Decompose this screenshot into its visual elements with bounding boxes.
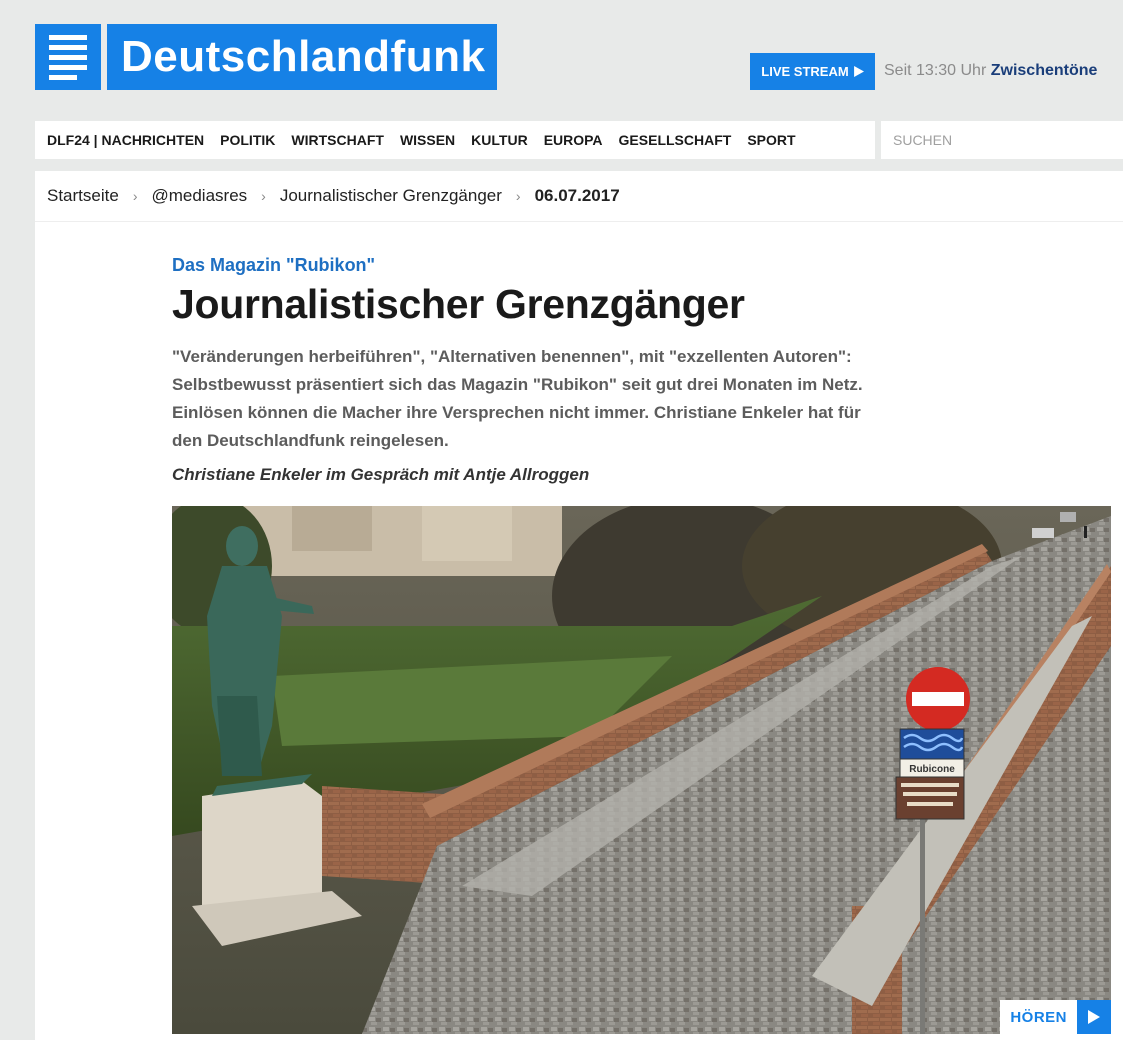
listen-label: HÖREN xyxy=(1000,1000,1077,1034)
chevron-right-icon: › xyxy=(261,188,266,204)
nav-item-sport[interactable]: SPORT xyxy=(747,132,795,148)
rubicon-bridge-photo: Rubicone xyxy=(172,506,1111,1034)
live-since-text: Seit 13:30 Uhr xyxy=(884,62,987,79)
nav-item-kultur[interactable]: KULTUR xyxy=(471,132,528,148)
live-stream-label: LIVE STREAM xyxy=(761,64,849,79)
listen-button[interactable]: HÖREN xyxy=(1000,1000,1111,1034)
live-program-info: Seit 13:30 Uhr Zwischentöne xyxy=(884,62,1097,80)
article-header: Das Magazin "Rubikon" Journalistischer G… xyxy=(172,255,892,485)
nav-item-gesellschaft[interactable]: GESELLSCHAFT xyxy=(619,132,732,148)
article-card: Startseite › @mediasres › Journalistisch… xyxy=(35,171,1123,1040)
article-title: Journalistischer Grenzgänger xyxy=(172,281,745,327)
logo-lines-icon xyxy=(35,24,101,90)
main-navigation: DLF24 | NACHRICHTEN POLITIK WIRTSCHAFT W… xyxy=(35,121,875,159)
nav-item-wissen[interactable]: WISSEN xyxy=(400,132,455,148)
logo-wordmark: Deutschlandfunk xyxy=(107,24,498,90)
nav-item-politik[interactable]: POLITIK xyxy=(220,132,275,148)
breadcrumb-article[interactable]: Journalistischer Grenzgänger xyxy=(280,186,502,206)
breadcrumb-current-date: 06.07.2017 xyxy=(534,186,620,205)
article-image: Rubicone HÖREN xyxy=(172,506,1111,1034)
nav-item-wirtschaft[interactable]: WIRTSCHAFT xyxy=(291,132,384,148)
chevron-right-icon: › xyxy=(132,188,138,204)
breadcrumb-home[interactable]: Startseite xyxy=(47,186,119,206)
live-program-link[interactable]: Zwischentöne xyxy=(991,62,1098,79)
breadcrumb: Startseite › @mediasres › Journalistisch… xyxy=(35,171,1123,222)
search-input[interactable] xyxy=(881,121,1123,159)
nav-item-dlf24[interactable]: DLF24 | NACHRICHTEN xyxy=(47,132,204,148)
chevron-right-icon: › xyxy=(515,188,521,204)
rubicone-sign-text: Rubicone xyxy=(909,764,955,775)
play-icon xyxy=(1077,1000,1111,1034)
article-byline: Christiane Enkeler im Gespräch mit Antje… xyxy=(172,465,590,485)
site-logo[interactable]: Deutschlandfunk xyxy=(35,24,498,90)
play-triangle-icon xyxy=(853,66,864,77)
article-teaser: "Veränderungen herbeiführen", "Alternati… xyxy=(172,347,863,451)
article-kicker: Das Magazin "Rubikon" xyxy=(172,255,376,275)
breadcrumb-section[interactable]: @mediasres xyxy=(151,186,247,206)
nav-item-europa[interactable]: EUROPA xyxy=(544,132,603,148)
live-stream-button[interactable]: LIVE STREAM xyxy=(750,53,875,90)
